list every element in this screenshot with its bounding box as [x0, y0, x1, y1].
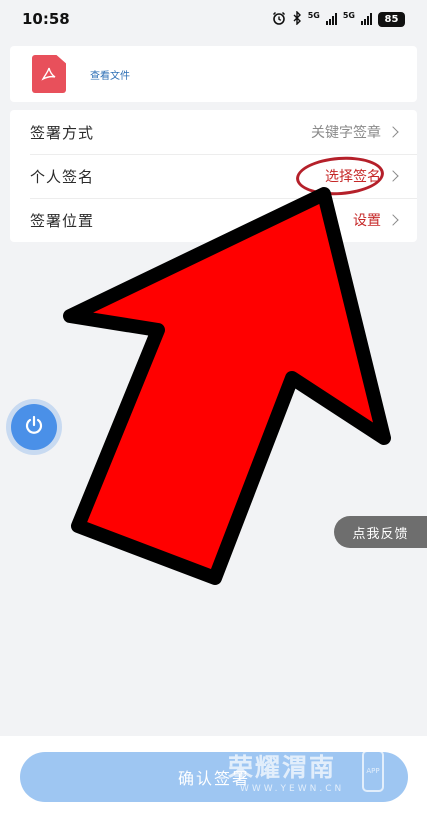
pdf-file-icon [32, 55, 66, 93]
signing-position-row[interactable]: 签署位置 设置 [10, 198, 417, 242]
chevron-right-icon [387, 126, 399, 138]
chevron-right-icon [387, 170, 399, 182]
watermark-site: WWW.YEWN.CN [240, 784, 345, 794]
signing-position-value[interactable]: 设置 [353, 210, 381, 230]
personal-signature-label: 个人签名 [30, 167, 95, 186]
signing-position-label: 签署位置 [30, 211, 95, 230]
screen: 10:58 5G 5G 85 查看文件 签署方式 关键字签章 个人签名 选择签名… [0, 0, 427, 819]
battery-icon: 85 [378, 11, 405, 27]
bluetooth-icon [292, 9, 302, 28]
signal-icon-1 [325, 13, 337, 25]
status-bar: 10:58 5G 5G 85 [0, 0, 427, 38]
network-type-2: 5G [342, 10, 355, 20]
signing-method-row[interactable]: 签署方式 关键字签章 [10, 110, 417, 154]
watermark-title: 荣耀渭南 [228, 753, 337, 782]
signing-method-label: 签署方式 [30, 123, 95, 142]
alarm-icon [272, 11, 286, 28]
power-icon [23, 414, 45, 440]
arrow-shape [63, 187, 391, 585]
view-file-link[interactable]: 查看文件 [90, 67, 130, 82]
signal-icon-2 [361, 13, 372, 25]
watermark-app-badge: APP [362, 750, 384, 792]
status-time: 10:58 [22, 10, 70, 28]
file-card: 查看文件 [10, 46, 417, 102]
status-icons: 5G 5G 85 [272, 9, 405, 28]
signing-method-value: 关键字签章 [311, 125, 381, 141]
power-button[interactable] [11, 404, 57, 450]
network-type-1: 5G [307, 10, 320, 20]
chevron-right-icon [387, 214, 399, 226]
watermark: 荣耀渭南 WWW.YEWN.CN APP [228, 748, 388, 804]
feedback-button[interactable]: 点我反馈 [334, 516, 427, 548]
